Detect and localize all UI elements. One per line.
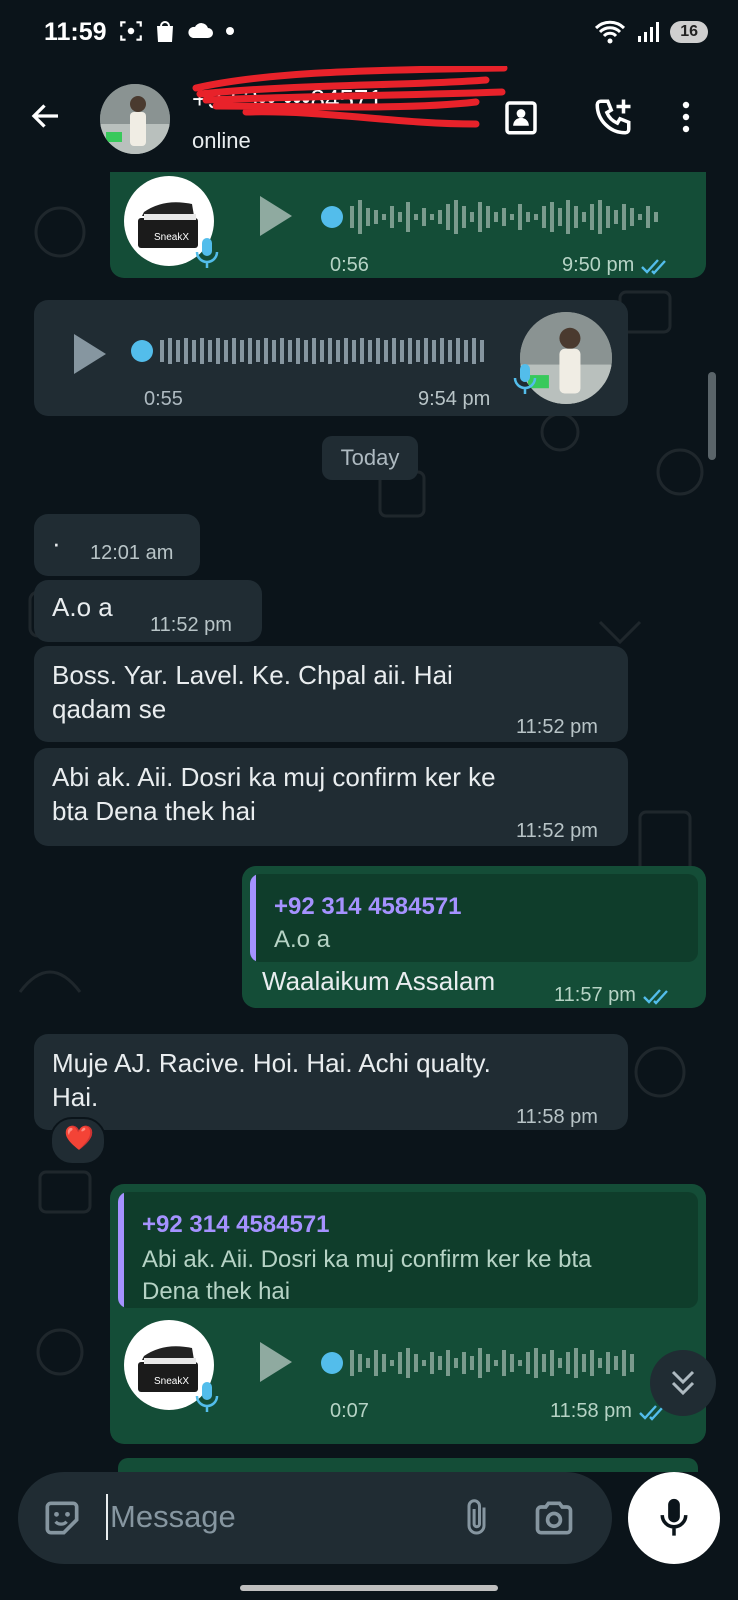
- voice-waveform[interactable]: [320, 194, 680, 240]
- message-time: 11:52 pm: [516, 820, 598, 842]
- quote-bar: [250, 874, 256, 962]
- message-time-text: 11:57 pm: [554, 984, 636, 1006]
- attachment-icon[interactable]: [460, 1496, 496, 1540]
- status-bar: 11:59 16: [0, 0, 738, 66]
- incoming-message[interactable]: Boss. Yar. Lavel. Ke. Chpal aii. Hai qad…: [34, 646, 628, 742]
- message-composer: Message: [18, 1472, 612, 1564]
- quote-bar: [118, 1192, 124, 1308]
- message-time: 9:50 pm: [562, 248, 672, 282]
- message-time: 9:54 pm: [418, 388, 491, 410]
- add-call-icon[interactable]: [592, 96, 634, 138]
- message-time: 12:01 am: [90, 542, 174, 564]
- mic-icon: [513, 364, 537, 394]
- notification-icons: [118, 18, 236, 44]
- message-time-text: 11:58 pm: [550, 1400, 632, 1422]
- screenshot-icon: [120, 21, 142, 41]
- read-ticks-icon: [643, 988, 668, 1005]
- svg-text:SneakX: SneakX: [154, 232, 189, 243]
- message-time: 11:58 pm: [550, 1394, 670, 1428]
- mic-icon: [195, 1382, 219, 1412]
- scroll-to-bottom-button[interactable]: [650, 1350, 716, 1416]
- redaction-scribble: [192, 66, 508, 128]
- status-time: 11:59: [44, 18, 107, 46]
- svg-text:SneakX: SneakX: [154, 1376, 189, 1387]
- date-divider: Today: [322, 436, 418, 480]
- message-text-line1: Muje AJ. Racive. Hoi. Hai. Achi qualty.: [52, 1048, 491, 1078]
- outgoing-reply-voice-message[interactable]: +92 314 4584571 Abi ak. Aii. Dosri ka mu…: [110, 1184, 706, 1444]
- mic-icon: [195, 238, 219, 268]
- sticker-emoji-icon[interactable]: [40, 1496, 84, 1540]
- contact-avatar[interactable]: [100, 84, 170, 154]
- quoted-text-line2: Dena thek hai: [142, 1278, 291, 1305]
- chat-header: +92 3•• •••84571 online: [0, 66, 738, 172]
- incoming-message[interactable]: · 12:01 am: [34, 514, 200, 576]
- message-text-line2: Hai.: [52, 1082, 99, 1112]
- overflow-menu-icon[interactable]: [680, 96, 692, 138]
- wifi-icon: [595, 20, 626, 44]
- message-text-line2: qadam se: [52, 694, 167, 724]
- quoted-text-line1: Abi ak. Aii. Dosri ka muj confirm ker ke…: [142, 1246, 592, 1273]
- message-list[interactable]: SneakX 0:56 9:50 pm 0:55 9:54 pm Today ·…: [0, 172, 738, 1472]
- camera-icon[interactable]: [532, 1496, 576, 1540]
- message-input[interactable]: Message: [110, 1499, 236, 1535]
- message-text: A.o a: [52, 592, 113, 622]
- heart-reaction-icon: ❤️: [64, 1124, 94, 1152]
- system-icons: 16: [594, 20, 708, 44]
- back-arrow-icon[interactable]: [28, 98, 64, 134]
- quoted-text: A.o a: [274, 926, 331, 953]
- quoted-sender: +92 314 4584571: [142, 1211, 330, 1238]
- message-text: ·: [52, 528, 61, 558]
- message-time: 11:57 pm: [554, 978, 674, 1012]
- dot-icon: [226, 27, 234, 35]
- voice-waveform[interactable]: [130, 328, 500, 374]
- quoted-message[interactable]: +92 314 4584571 A.o a: [250, 874, 698, 962]
- message-time-text: 9:50 pm: [562, 254, 635, 276]
- message-text: Waalaikum Assalam: [262, 966, 496, 996]
- contact-status: online: [192, 128, 251, 153]
- text-cursor: [106, 1494, 108, 1540]
- cloud-icon: [188, 23, 213, 38]
- play-icon[interactable]: [72, 332, 108, 376]
- shop-icon: [157, 21, 173, 42]
- message-time: 11:52 pm: [150, 614, 232, 636]
- message-text-line2: bta Dena thek hai: [52, 796, 256, 826]
- play-icon[interactable]: [258, 1340, 294, 1384]
- message-text-line1: Boss. Yar. Lavel. Ke. Chpal aii. Hai: [52, 660, 453, 690]
- battery-indicator: 16: [670, 21, 708, 43]
- scrollbar[interactable]: [708, 372, 716, 460]
- voice-record-button[interactable]: [628, 1472, 720, 1564]
- microphone-icon: [660, 1498, 688, 1536]
- voice-waveform[interactable]: [320, 1340, 660, 1386]
- next-message-edge: [118, 1458, 698, 1472]
- quoted-sender: +92 314 4584571: [274, 893, 462, 920]
- voice-duration: 0:55: [144, 388, 183, 410]
- voice-duration: 0:56: [330, 254, 369, 276]
- voice-message-bubble[interactable]: 0:55 9:54 pm: [34, 300, 628, 416]
- incoming-message[interactable]: Muje AJ. Racive. Hoi. Hai. Achi qualty. …: [34, 1034, 628, 1130]
- message-time: 11:52 pm: [516, 716, 598, 738]
- message-time: 11:58 pm: [516, 1106, 598, 1128]
- gesture-nav-handle[interactable]: [240, 1585, 498, 1591]
- incoming-message[interactable]: A.o a 11:52 pm: [34, 580, 262, 642]
- outgoing-reply-message[interactable]: +92 314 4584571 A.o a Waalaikum Assalam …: [242, 866, 706, 1008]
- double-chevron-down-icon: [671, 1370, 695, 1396]
- read-ticks-icon: [641, 258, 667, 275]
- message-text-line1: Abi ak. Aii. Dosri ka muj confirm ker ke: [52, 762, 496, 792]
- voice-message-bubble[interactable]: SneakX 0:56 9:50 pm: [110, 172, 706, 278]
- reaction-badge[interactable]: ❤️: [50, 1117, 106, 1165]
- incoming-message[interactable]: Abi ak. Aii. Dosri ka muj confirm ker ke…: [34, 748, 628, 846]
- contact-card-icon[interactable]: [500, 96, 542, 138]
- play-icon[interactable]: [258, 194, 294, 238]
- voice-duration: 0:07: [330, 1400, 369, 1422]
- quoted-message[interactable]: +92 314 4584571 Abi ak. Aii. Dosri ka mu…: [118, 1192, 698, 1308]
- signal-icon: [638, 22, 660, 42]
